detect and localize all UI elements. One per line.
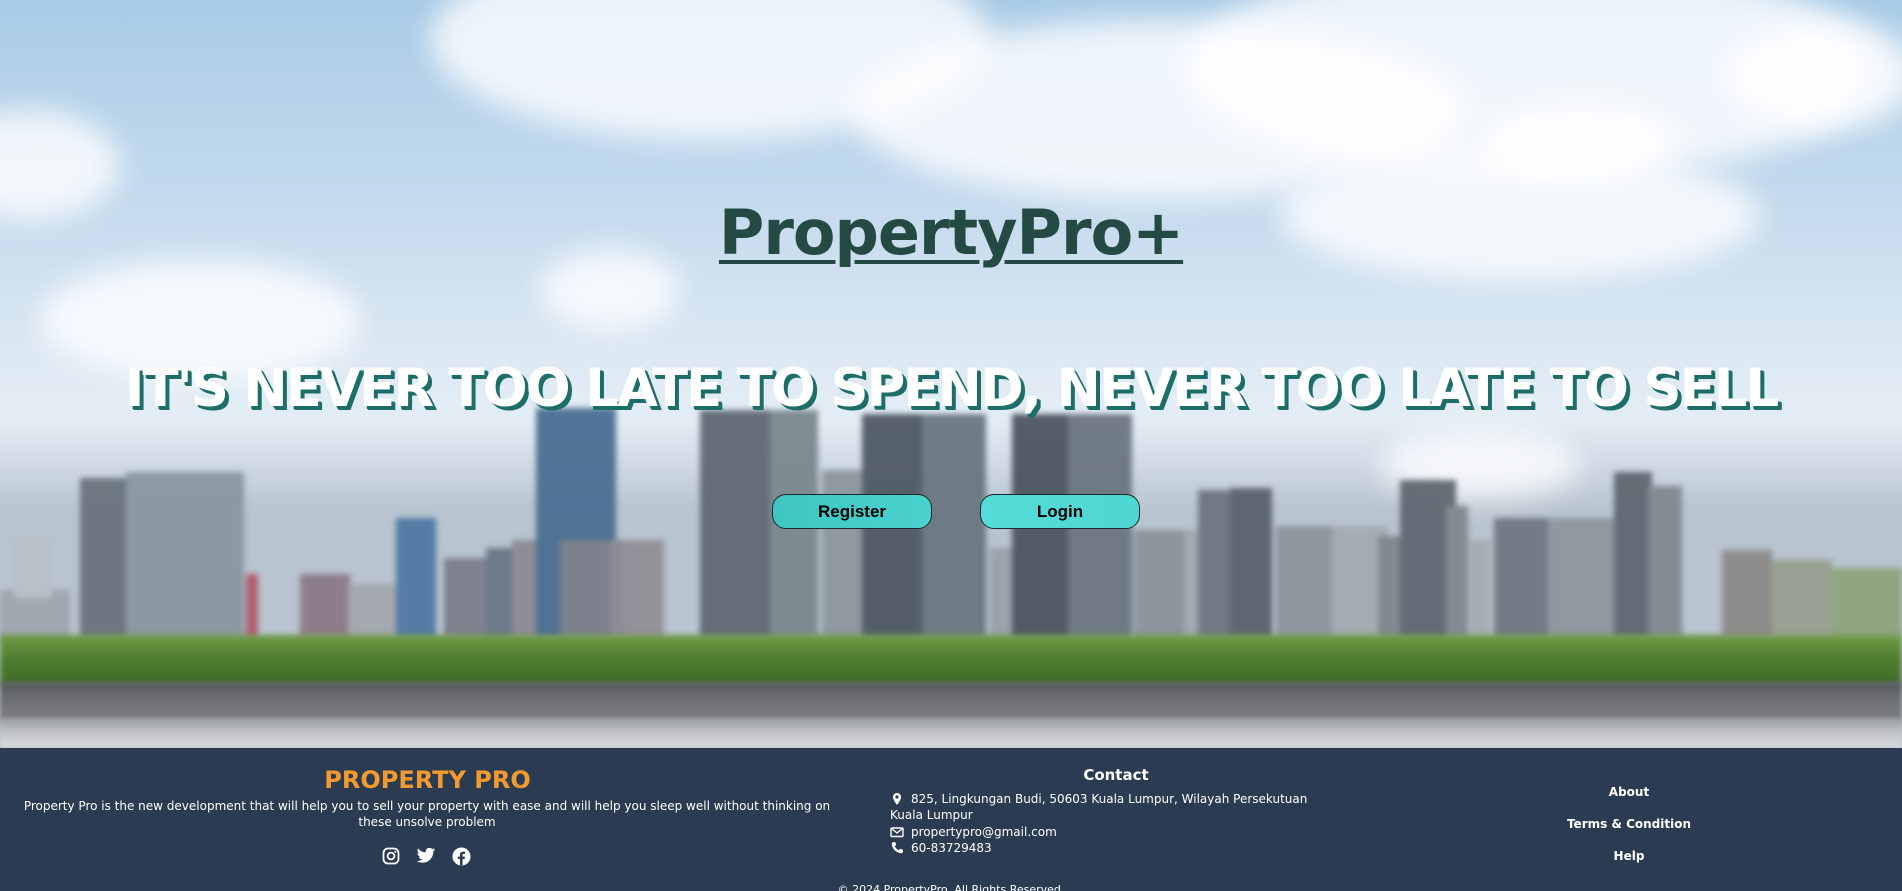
copyright-text: © 2024 PropertyPro. All Rights Reserved. [837,883,1065,891]
contact-address: 825, Lingkungan Budi, 50603 Kuala Lumpur… [890,791,1330,823]
contact-email[interactable]: propertypro@gmail.com [890,824,1057,840]
hero-slogan: IT'S NEVER TOO LATE TO SPEND, NEVER TOO … [124,358,1780,419]
address-text: 825, Lingkungan Budi, 50603 Kuala Lumpur… [890,792,1308,822]
phone-text: 60-83729483 [911,841,992,855]
location-pin-icon [893,793,901,805]
email-text: propertypro@gmail.com [911,825,1057,839]
contact-title: Contact [1083,766,1149,784]
terms-link[interactable]: Terms & Condition [1548,812,1710,844]
envelope-icon [890,827,904,838]
social-links [381,846,471,866]
brand-title: PropertyPro+ [0,196,1902,269]
footer-links: About Terms & Condition Help [1548,780,1710,876]
footer-brand: PROPERTY PRO [324,766,531,794]
hero-section: PropertyPro+ IT'S NEVER TOO LATE TO SPEN… [0,0,1902,748]
about-link[interactable]: About [1548,780,1710,812]
phone-icon [891,842,903,854]
login-button[interactable]: Login [980,494,1140,529]
twitter-icon[interactable] [416,846,436,866]
brand-link[interactable]: PropertyPro+ [719,196,1184,269]
facebook-icon[interactable] [451,846,471,866]
footer-description: Property Pro is the new development that… [23,799,831,829]
contact-phone[interactable]: 60-83729483 [890,840,992,856]
instagram-icon[interactable] [381,846,401,866]
register-button[interactable]: Register [772,494,932,529]
help-link[interactable]: Help [1548,844,1710,876]
footer: PROPERTY PRO Property Pro is the new dev… [0,748,1902,891]
